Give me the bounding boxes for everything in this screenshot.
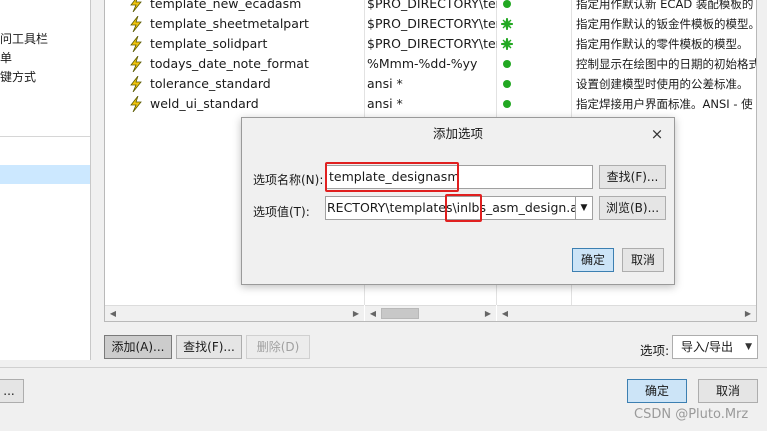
chevron-down-icon[interactable]: ▼ (575, 197, 592, 219)
list-item[interactable]: todays_date_note_format %Mmm-%dd-%yy 控制显… (105, 54, 756, 74)
option-name-label: 选项名称(N): (253, 173, 324, 187)
option-name: weld_ui_standard (150, 96, 259, 111)
dialog-title: 添加选项 (242, 118, 674, 150)
option-name: todays_date_note_format (150, 56, 309, 71)
scroll-right-icon[interactable]: ▶ (481, 306, 495, 321)
nav-item-toolbar[interactable]: 问工具栏 (0, 30, 90, 49)
nav-item-menu[interactable]: 单 (0, 49, 90, 68)
list-item[interactable]: weld_ui_standard ansi * 指定焊接用户界面标准。ANSI … (105, 94, 756, 114)
lightning-icon (130, 56, 142, 72)
option-description: 指定用作默认的零件模板的模型。 (576, 37, 749, 51)
status-dot-icon (503, 80, 511, 88)
scroll-left-icon[interactable]: ◀ (106, 306, 120, 321)
chevron-down-icon: ▼ (745, 342, 752, 352)
add-button[interactable]: 添加(A)... (104, 335, 172, 359)
options-select-label: 选项: (640, 343, 670, 358)
option-description: 指定焊接用户界面标准。ANSI - 使 (576, 97, 753, 111)
lightning-icon (130, 0, 142, 12)
option-description: 控制显示在绘图中的日期的初始格式 (576, 57, 756, 71)
status-star-icon (501, 38, 513, 50)
find-button[interactable]: 查找(F)... (176, 335, 242, 359)
lightning-icon (130, 76, 142, 92)
scroll-thumb[interactable] (381, 308, 419, 319)
left-nav-panel: 问工具栏 单 键方式 (0, 0, 91, 360)
list-item[interactable]: template_new_ecadasm $PRO_DIRECTORY\ter … (105, 0, 756, 14)
option-name: template_solidpart (150, 36, 268, 51)
option-value: ansi * (367, 96, 403, 111)
highlight-box (445, 194, 482, 222)
import-export-select[interactable]: 导入/导出 ▼ (672, 335, 758, 359)
status-dot-icon (503, 0, 511, 8)
list-item[interactable]: template_sheetmetalpart $PRO_DIRECTORY\t… (105, 14, 756, 34)
status-star-icon (501, 18, 513, 30)
option-value: %Mmm-%dd-%yy (367, 56, 478, 71)
list-item[interactable]: tolerance_standard ansi * 设置创建模型时使用的公差标准… (105, 74, 756, 94)
option-name: tolerance_standard (150, 76, 271, 91)
watermark: CSDN @Pluto.Mrz (634, 407, 749, 422)
option-description: 设置创建模型时使用的公差标准。 (576, 77, 749, 91)
dialog-ok-button[interactable]: 确定 (572, 248, 614, 272)
option-description: 指定用作默认的钣金件模板的模型。 (576, 17, 756, 31)
scroll-right-icon[interactable]: ▶ (349, 306, 363, 321)
option-value: ansi * (367, 76, 403, 91)
horizontal-scrollbar-name[interactable]: ◀ ▶ (105, 305, 364, 321)
select-value: 导入/导出 (681, 340, 734, 354)
status-dot-icon (503, 60, 511, 68)
option-value: $PRO_DIRECTORY\ter (367, 0, 497, 11)
scroll-left-icon[interactable]: ◀ (366, 306, 380, 321)
delete-button: 删除(D) (246, 335, 310, 359)
lightning-icon (130, 16, 142, 32)
dialog-find-button[interactable]: 查找(F)... (599, 165, 666, 189)
option-description: 指定用作默认新 ECAD 装配模板的 (576, 0, 754, 11)
scroll-left-icon[interactable]: ◀ (498, 306, 512, 321)
cancel-button[interactable]: 取消 (698, 379, 758, 403)
option-value-label: 选项值(T): (253, 205, 310, 219)
option-name: template_sheetmetalpart (150, 16, 309, 31)
dialog-cancel-button[interactable]: 取消 (622, 248, 664, 272)
lightning-icon (130, 96, 142, 112)
scroll-right-icon[interactable]: ▶ (741, 306, 755, 321)
browse-button[interactable]: 浏览(B)... (599, 196, 666, 220)
close-icon[interactable]: × (648, 118, 666, 150)
ok-button[interactable]: 确定 (627, 379, 687, 403)
horizontal-scrollbar-desc[interactable]: ◀ ▶ (497, 305, 756, 321)
footer-divider (0, 367, 767, 368)
status-dot-icon (503, 100, 511, 108)
nav-item-shortcuts[interactable]: 键方式 (0, 68, 90, 87)
nav-item-selected[interactable] (0, 165, 90, 184)
highlight-box (325, 162, 459, 192)
nav-divider (0, 136, 90, 137)
horizontal-scrollbar-value[interactable]: ◀ ▶ (365, 305, 496, 321)
add-option-dialog: 添加选项 × 选项名称(N): template_designasm 查找(F)… (241, 117, 675, 285)
list-item[interactable]: template_solidpart $PRO_DIRECTORY\ter 指定… (105, 34, 756, 54)
dialog-body: 选项名称(N): template_designasm 查找(F)... 选项值… (242, 150, 674, 284)
option-value: $PRO_DIRECTORY\ter (367, 16, 497, 31)
option-name: template_new_ecadasm (150, 0, 302, 11)
option-value: $PRO_DIRECTORY\ter (367, 36, 497, 51)
footer-left-button[interactable]: ... (0, 379, 24, 403)
lightning-icon (130, 36, 142, 52)
